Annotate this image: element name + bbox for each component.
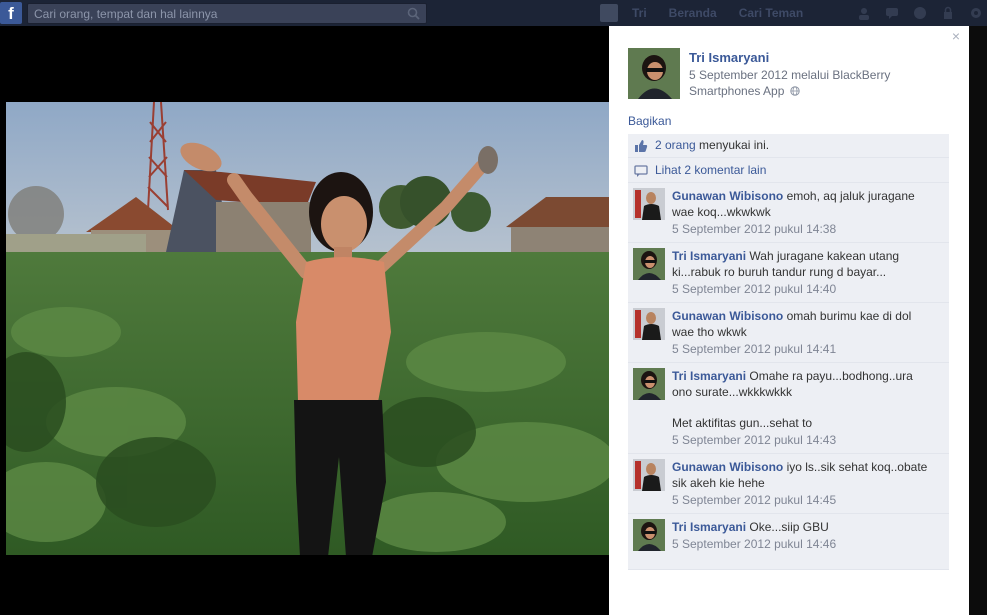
comment-item: Tri Ismaryani Oke...siip GBU 5 September… [628, 514, 949, 570]
comment-item: Gunawan Wibisono iyo ls..sik sehat koq..… [628, 454, 949, 514]
commenter-avatar[interactable] [633, 368, 665, 400]
photo-side-panel: × Tri Ismaryani 5 September 2012 melalui… [609, 26, 969, 615]
comment-timestamp[interactable]: 5 September 2012 pukul 14:41 [672, 341, 943, 357]
friends-icon[interactable] [857, 6, 871, 20]
comment-item: Gunawan Wibisono omah burimu kae di dol … [628, 303, 949, 363]
comment-timestamp[interactable]: 5 September 2012 pukul 14:38 [672, 221, 943, 237]
top-navigation-bar: f Tri Beranda Cari Teman [0, 0, 987, 26]
woman-avatar-icon [628, 48, 680, 99]
commenter-name[interactable]: Tri Ismaryani [672, 369, 746, 383]
view-more-comments-row[interactable]: Lihat 2 komentar lain [628, 158, 949, 183]
comment-timestamp[interactable]: 5 September 2012 pukul 14:43 [672, 432, 943, 448]
likes-suffix: menyukai ini. [695, 138, 770, 152]
facebook-logo[interactable]: f [0, 2, 22, 24]
woman-avatar-icon [633, 519, 665, 551]
commenter-name[interactable]: Gunawan Wibisono [672, 189, 783, 203]
woman-avatar-icon [633, 248, 665, 280]
comment-item: Tri Ismaryani Omahe ra payu...bodhong..u… [628, 363, 949, 454]
close-button[interactable]: × [949, 29, 963, 43]
commenter-name[interactable]: Gunawan Wibisono [672, 460, 783, 474]
comment-body: Gunawan Wibisono omah burimu kae di dol … [672, 308, 934, 340]
comment-body: Gunawan Wibisono emoh, aq jaluk juragane… [672, 188, 934, 220]
globe-icon[interactable] [790, 86, 800, 96]
find-friends-link[interactable]: Cari Teman [731, 6, 811, 20]
comment-body: Tri Ismaryani Wah juragane kakean utang … [672, 248, 934, 280]
photo-illustration [6, 102, 609, 555]
search-box[interactable] [27, 3, 427, 24]
thumbs-up-icon [635, 140, 648, 152]
notifications-icon[interactable] [913, 6, 927, 20]
commenter-avatar[interactable] [633, 188, 665, 220]
privacy-icon[interactable] [941, 6, 955, 20]
likes-count-link[interactable]: 2 orang [655, 138, 696, 152]
comment-extra-text: Met aktifitas gun...sehat to [672, 416, 813, 430]
photo-stage [0, 26, 609, 615]
commenter-avatar[interactable] [633, 459, 665, 491]
search-input[interactable] [28, 4, 408, 23]
feedback-box: 2 orang menyukai ini. Lihat 2 komentar l… [628, 134, 949, 570]
search-icon[interactable] [407, 7, 420, 20]
comment-bubble-icon [634, 165, 648, 177]
comment-timestamp[interactable]: 5 September 2012 pukul 14:46 [672, 536, 943, 552]
right-gutter [969, 26, 987, 615]
comment-timestamp[interactable]: 5 September 2012 pukul 14:40 [672, 281, 943, 297]
comment-text: Oke...siip GBU [749, 520, 829, 534]
author-name[interactable]: Tri Ismaryani [689, 50, 769, 65]
nav-right: Tri Beranda Cari Teman [600, 0, 983, 26]
comment-item: Gunawan Wibisono emoh, aq jaluk juragane… [628, 183, 949, 243]
commenter-avatar[interactable] [633, 308, 665, 340]
comment-item: Tri Ismaryani Wah juragane kakean utang … [628, 243, 949, 303]
nav-icons [857, 6, 983, 20]
commenter-name[interactable]: Tri Ismaryani [672, 520, 746, 534]
messages-icon[interactable] [885, 6, 899, 20]
settings-icon[interactable] [969, 6, 983, 20]
view-more-comments-link[interactable]: Lihat 2 komentar lain [655, 163, 766, 177]
commenter-name[interactable]: Gunawan Wibisono [672, 309, 783, 323]
man-avatar-icon [633, 308, 665, 340]
likes-row: 2 orang menyukai ini. [628, 134, 949, 158]
commenter-name[interactable]: Tri Ismaryani [672, 249, 746, 263]
comment-body: Tri Ismaryani Oke...siip GBU [672, 519, 934, 535]
woman-avatar-icon [633, 368, 665, 400]
profile-avatar[interactable] [600, 4, 618, 22]
man-avatar-icon [633, 459, 665, 491]
home-link[interactable]: Beranda [661, 6, 725, 20]
comments-list: Gunawan Wibisono emoh, aq jaluk juragane… [628, 183, 949, 570]
comment-timestamp[interactable]: 5 September 2012 pukul 14:45 [672, 492, 943, 508]
commenter-avatar[interactable] [633, 519, 665, 551]
author-avatar[interactable] [628, 48, 680, 99]
comment-body: Tri Ismaryani Omahe ra payu...bodhong..u… [672, 368, 934, 400]
post-meta: 5 September 2012 melalui BlackBerry Smar… [689, 67, 919, 99]
man-avatar-icon [633, 188, 665, 220]
photo-image[interactable] [6, 102, 609, 555]
profile-link[interactable]: Tri [624, 6, 655, 20]
share-link[interactable]: Bagikan [628, 114, 671, 128]
commenter-avatar[interactable] [633, 248, 665, 280]
comment-body: Gunawan Wibisono iyo ls..sik sehat koq..… [672, 459, 934, 491]
